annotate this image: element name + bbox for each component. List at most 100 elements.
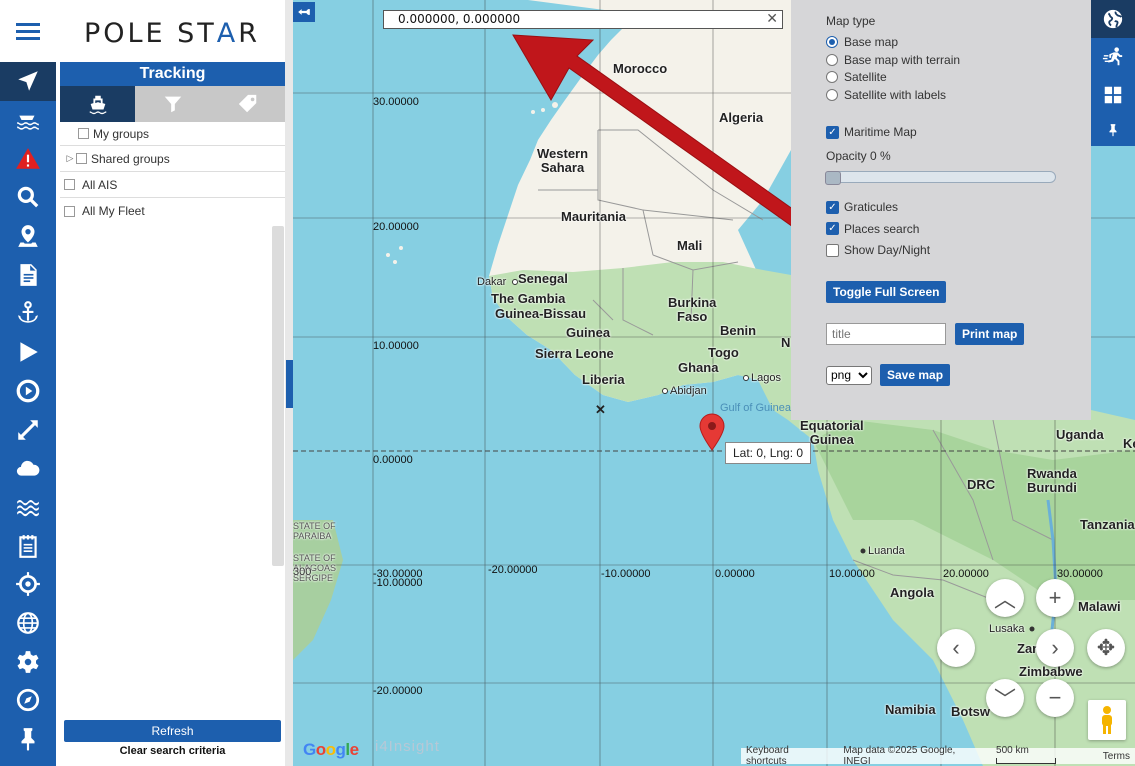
zoom-out-icon[interactable]: − [1036,679,1074,717]
play-icon[interactable] [0,333,56,372]
pole-star-logo[interactable]: POLE ST A R [58,10,286,56]
navigation-arrow-icon[interactable] [0,62,56,101]
chevron-left-icon[interactable]: ‹ [937,629,975,667]
pegman-icon[interactable] [1088,700,1126,740]
map-type-option[interactable]: Satellite with labels [826,86,1056,104]
lng-label: 0.00000 [715,568,755,580]
map-type-option[interactable]: Base map [826,34,1056,52]
hamburger-menu-icon[interactable] [0,0,56,62]
map-label: DRC [967,477,996,492]
compass-icon[interactable] [0,681,56,720]
option-label: Satellite with labels [844,87,947,102]
map-label: Botsw [951,704,990,719]
day-night-option[interactable]: Show Day/Night [826,242,1056,260]
search-icon[interactable] [0,178,56,217]
coordinates-input[interactable]: 0.000000, 0.000000 ✕ [383,10,783,29]
map-label: The Gambia [491,291,566,306]
checkbox-checked[interactable]: ✓ [826,125,839,139]
google-logo: Google [303,740,359,759]
checkbox-checked[interactable]: ✓ [826,222,839,236]
chevron-up-icon[interactable]: ︿ [986,579,1024,617]
clear-search-link[interactable]: Clear search criteria [64,745,281,757]
panel-collapse-handle[interactable] [286,360,293,408]
expand-triangle-icon[interactable]: ▷ [64,153,76,164]
map-canvas[interactable]: 30.00000 20.00000 10.00000 0.00000 -10.0… [293,0,1135,766]
places-search-option[interactable]: ✓ Places search [826,220,1056,238]
play-circle-icon[interactable] [0,372,56,411]
checkbox-unchecked[interactable] [826,243,839,257]
chevron-right-icon[interactable]: › [1036,629,1074,667]
map-label: Sierra Leone [535,346,614,361]
print-title-input[interactable] [826,323,946,345]
pushpin-icon[interactable] [1091,114,1135,146]
radio-button[interactable] [826,36,838,49]
graticules-option[interactable]: ✓ Graticules [826,199,1056,217]
grid-icon[interactable] [1091,76,1135,114]
tree-scrollbar[interactable] [272,226,284,566]
zoom-in-icon[interactable]: + [1036,579,1074,617]
anchor-icon[interactable] [0,294,56,333]
radio-button[interactable] [826,88,838,101]
cloud-icon[interactable] [0,449,56,488]
refresh-button[interactable]: Refresh [64,720,281,742]
pushpin-icon[interactable] [0,720,56,759]
my-groups-checkbox[interactable] [78,128,89,139]
expand-arrows-icon[interactable] [0,410,56,449]
tab-filter[interactable] [135,86,210,122]
map-type-option[interactable]: Satellite [826,69,1056,87]
chevron-down-icon[interactable]: ﹀ [986,679,1024,717]
gear-icon[interactable] [0,642,56,681]
map-label: Dakar [477,276,507,288]
close-icon[interactable]: ✕ [766,11,778,28]
option-label: Graticules [844,200,899,215]
map-data-text: Map data ©2025 Google, INEGI [843,745,956,766]
map-type-option[interactable]: Base map with terrain [826,51,1056,69]
checkbox-checked[interactable]: ✓ [826,200,839,214]
tree-item-label: My groups [93,126,150,141]
fullscreen-icon[interactable]: ✥ [1087,629,1125,667]
map-pin-icon[interactable] [0,217,56,256]
lat-label: 20.00000 [373,221,419,233]
option-label: Satellite [844,70,887,85]
ship-waves-icon[interactable] [0,101,56,140]
option-label: Base map [844,35,899,50]
print-map-button[interactable]: Print map [955,323,1025,345]
opacity-label: Opacity 0 % [826,148,891,163]
tree-item-shared-groups[interactable]: ▷ Shared groups [60,146,285,172]
alert-triangle-icon[interactable] [0,139,56,178]
tree-item-my-groups[interactable]: My groups [60,122,285,146]
crosshair-icon[interactable] [0,565,56,604]
close-options-icon[interactable]: ✕ [595,402,606,418]
all-my-fleet-checkbox[interactable] [64,205,75,217]
pin-panel-button[interactable] [293,2,315,22]
radio-button[interactable] [826,71,838,84]
globe-icon[interactable] [1091,0,1135,38]
globe-grid-icon[interactable] [0,604,56,643]
tree-item-all-my-fleet[interactable]: All My Fleet [60,198,285,224]
option-label: Show Day/Night [844,243,931,258]
tab-vessels[interactable] [60,86,135,122]
shared-groups-checkbox[interactable] [76,153,87,164]
tracking-tabs [60,86,285,122]
opacity-slider[interactable] [825,170,1056,185]
maritime-map-option[interactable]: ✓ Maritime Map [826,124,1056,142]
map-label: Liberia [582,372,625,387]
all-ais-checkbox[interactable] [64,179,75,190]
waves-icon[interactable] [0,488,56,527]
lng-label: -20.00000 [488,564,538,576]
save-map-button[interactable]: Save map [880,364,951,386]
runner-icon[interactable] [1091,38,1135,76]
notepad-icon[interactable] [0,526,56,565]
terms-link[interactable]: Terms [1103,751,1130,762]
document-icon[interactable] [0,255,56,294]
radio-button[interactable] [826,53,838,66]
toggle-fullscreen-button[interactable]: Toggle Full Screen [826,281,947,303]
logo-text-accent: A [216,17,239,49]
format-select[interactable]: png [826,365,872,385]
tree-item-all-ais[interactable]: All AIS [60,172,285,198]
slider-handle[interactable] [825,170,841,185]
tracking-panel: Tracking My groups ▷ Shared groups All A… [60,62,285,766]
map-label: Togo [708,345,739,360]
keyboard-shortcuts-link[interactable]: Keyboard shortcuts [746,745,831,766]
tab-tags[interactable] [210,86,285,122]
